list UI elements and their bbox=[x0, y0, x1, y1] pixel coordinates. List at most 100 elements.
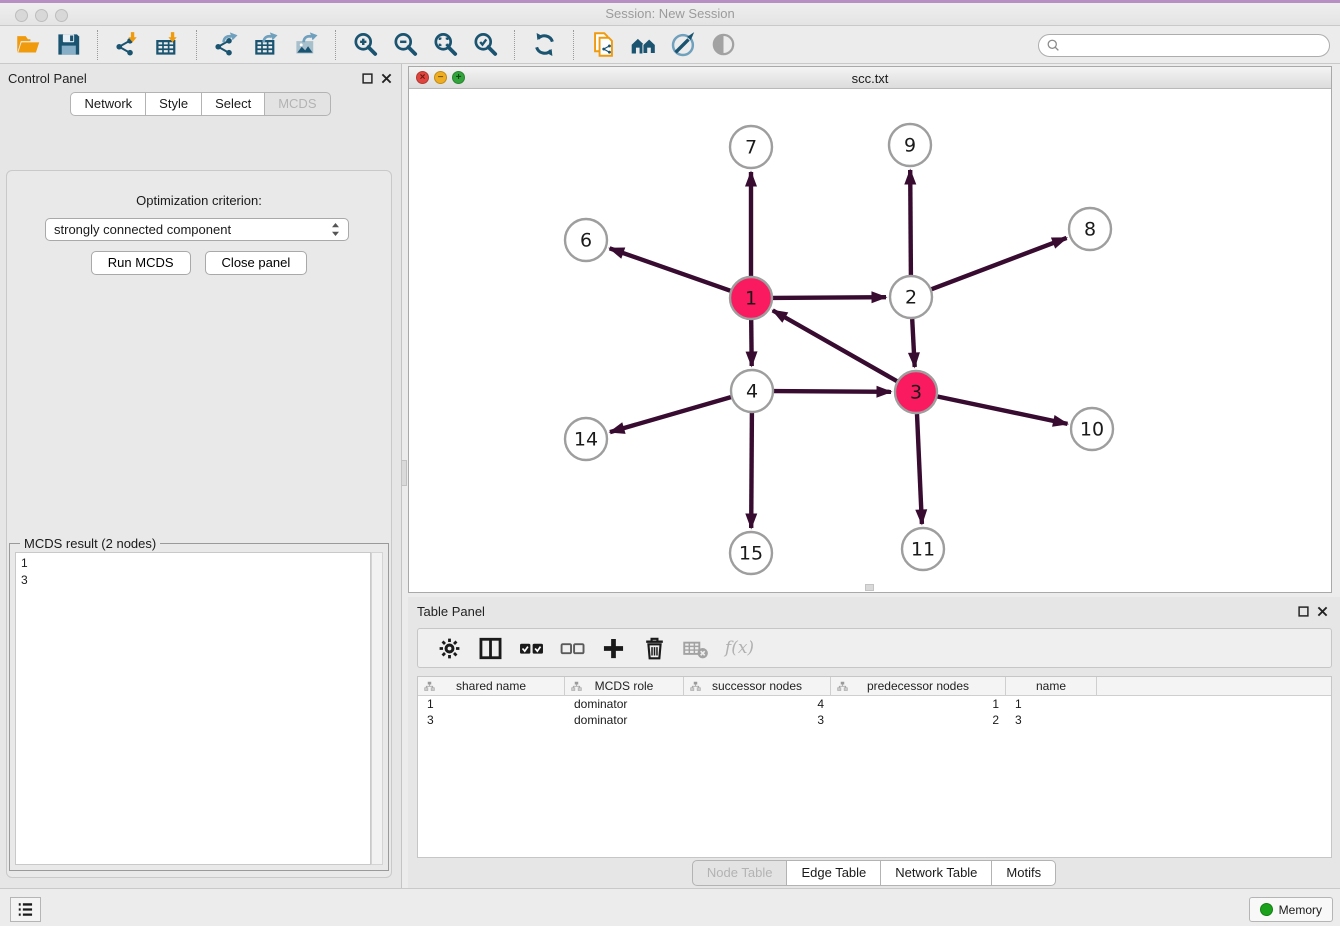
mcds-result-title: MCDS result (2 nodes) bbox=[20, 536, 160, 551]
edge-3-10[interactable] bbox=[938, 397, 1068, 424]
search-input[interactable] bbox=[1061, 39, 1329, 53]
export-table-icon[interactable] bbox=[246, 28, 286, 62]
edge-2-8[interactable] bbox=[932, 238, 1067, 289]
table-settings-icon[interactable] bbox=[431, 631, 468, 665]
mcds-panel: Optimization criterion: strongly connect… bbox=[6, 170, 392, 878]
close-panel-icon[interactable] bbox=[380, 72, 393, 85]
tab-style[interactable]: Style bbox=[146, 92, 202, 116]
main-toolbar bbox=[0, 26, 1340, 64]
mcds-result-text[interactable]: 1 3 bbox=[15, 552, 371, 865]
list-icon bbox=[15, 899, 36, 920]
control-panel: Control Panel NetworkStyleSelectMCDS Opt… bbox=[0, 64, 402, 888]
app-title: Session: New Session bbox=[0, 6, 1340, 21]
network-canvas[interactable]: 7968124314101511 bbox=[409, 89, 1331, 592]
edge-2-9[interactable] bbox=[910, 170, 911, 275]
style-icon[interactable] bbox=[663, 28, 703, 62]
edge-4-3[interactable] bbox=[774, 391, 891, 392]
node-label-7: 7 bbox=[745, 137, 757, 159]
select-all-icon[interactable] bbox=[513, 631, 550, 665]
column-chooser-icon[interactable] bbox=[472, 631, 509, 665]
node-label-14: 14 bbox=[574, 429, 598, 451]
column-label: MCDS role bbox=[595, 679, 654, 693]
node-table: shared name MCDS role successor nodesprede… bbox=[417, 676, 1332, 858]
edge-2-3[interactable] bbox=[912, 319, 915, 367]
task-history-button[interactable] bbox=[10, 897, 41, 922]
edge-1-4[interactable] bbox=[751, 320, 752, 366]
cell-mcds-role: dominator bbox=[565, 712, 684, 728]
table-row[interactable]: 1dominator411 bbox=[418, 696, 1331, 712]
tab-mcds[interactable]: MCDS bbox=[265, 92, 330, 116]
zoom-out-icon[interactable] bbox=[385, 28, 425, 62]
edge-3-1[interactable] bbox=[773, 310, 897, 381]
search-box[interactable] bbox=[1038, 34, 1330, 57]
zoom-selected-icon[interactable] bbox=[465, 28, 505, 62]
tab-network[interactable]: Network bbox=[70, 92, 146, 116]
export-network-icon[interactable] bbox=[206, 28, 246, 62]
tab-node-table[interactable]: Node Table bbox=[692, 860, 788, 886]
edge-3-11[interactable] bbox=[917, 414, 922, 524]
memory-button[interactable]: Memory bbox=[1249, 897, 1333, 922]
node-label-4: 4 bbox=[746, 381, 758, 403]
app-titlebar: Session: New Session bbox=[0, 0, 1340, 26]
toolbar-separator bbox=[573, 30, 574, 60]
delete-column-icon[interactable] bbox=[636, 631, 673, 665]
save-session-icon[interactable] bbox=[48, 28, 88, 62]
float-panel-icon[interactable] bbox=[361, 72, 374, 85]
column-label: name bbox=[1036, 679, 1066, 693]
column-header-predecessor-nodes[interactable]: predecessor nodes bbox=[831, 677, 1006, 695]
column-header-mcds-role[interactable]: MCDS role bbox=[565, 677, 684, 695]
window-controls: ×−+ bbox=[416, 71, 465, 84]
node-label-11: 11 bbox=[911, 539, 935, 561]
close-table-panel-icon[interactable] bbox=[1316, 605, 1329, 618]
edge-4-15[interactable] bbox=[751, 413, 752, 528]
refresh-icon[interactable] bbox=[524, 28, 564, 62]
column-header-successor-nodes[interactable]: successor nodes bbox=[684, 677, 831, 695]
window-maximize-button[interactable]: + bbox=[452, 71, 465, 84]
clone-network-icon[interactable] bbox=[583, 28, 623, 62]
result-scrollbar[interactable] bbox=[371, 552, 383, 865]
edge-1-6[interactable] bbox=[610, 248, 731, 290]
tab-select[interactable]: Select bbox=[202, 92, 265, 116]
float-table-panel-icon[interactable] bbox=[1297, 605, 1310, 618]
node-label-15: 15 bbox=[739, 543, 763, 565]
cell-name: 1 bbox=[1006, 696, 1097, 712]
zoom-fit-icon[interactable] bbox=[425, 28, 465, 62]
memory-status-icon bbox=[1260, 903, 1273, 916]
column-header-shared-name[interactable]: shared name bbox=[418, 677, 565, 695]
window-close-button[interactable]: × bbox=[416, 71, 429, 84]
node-label-10: 10 bbox=[1080, 419, 1104, 441]
control-panel-header: Control Panel bbox=[0, 64, 401, 92]
canvas-scroll-handle[interactable] bbox=[865, 584, 874, 591]
export-image-icon[interactable] bbox=[286, 28, 326, 62]
node-label-1: 1 bbox=[745, 288, 757, 310]
delete-table-icon bbox=[677, 631, 714, 665]
table-row[interactable]: 3dominator323 bbox=[418, 712, 1331, 728]
tab-motifs[interactable]: Motifs bbox=[992, 860, 1056, 886]
column-label: shared name bbox=[456, 679, 526, 693]
zoom-in-icon[interactable] bbox=[345, 28, 385, 62]
import-network-icon[interactable] bbox=[107, 28, 147, 62]
window-minimize-button[interactable]: − bbox=[434, 71, 447, 84]
tab-edge-table[interactable]: Edge Table bbox=[787, 860, 881, 886]
network-window-titlebar[interactable]: ×−+ scc.txt bbox=[409, 67, 1331, 89]
open-session-icon[interactable] bbox=[8, 28, 48, 62]
splitter-handle[interactable] bbox=[401, 460, 407, 486]
table-panel-title: Table Panel bbox=[417, 604, 485, 619]
memory-label: Memory bbox=[1279, 903, 1322, 917]
close-panel-button[interactable]: Close panel bbox=[205, 251, 308, 275]
home-icon[interactable] bbox=[623, 28, 663, 62]
edge-4-14[interactable] bbox=[610, 397, 731, 432]
status-bar: Memory bbox=[0, 888, 1340, 926]
optimization-criterion-select[interactable]: strongly connected component bbox=[45, 218, 349, 241]
edge-1-2[interactable] bbox=[773, 297, 886, 298]
deselect-all-icon[interactable] bbox=[554, 631, 591, 665]
import-table-icon[interactable] bbox=[147, 28, 187, 62]
tab-network-table[interactable]: Network Table bbox=[881, 860, 992, 886]
run-mcds-button[interactable]: Run MCDS bbox=[91, 251, 191, 275]
search-icon bbox=[1046, 38, 1061, 53]
column-header-name[interactable]: name bbox=[1006, 677, 1097, 695]
control-panel-tabs: NetworkStyleSelectMCDS bbox=[0, 92, 401, 116]
add-column-icon[interactable] bbox=[595, 631, 632, 665]
cell-successor-nodes: 4 bbox=[684, 696, 831, 712]
chevron-up-down-icon bbox=[331, 222, 340, 237]
